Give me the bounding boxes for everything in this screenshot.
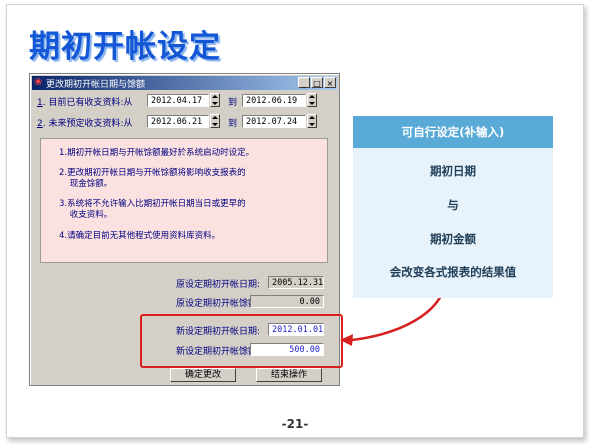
existing-from-field[interactable]: 2012.04.17 [147, 94, 209, 107]
note-3: 3.系统将不允许输入比期初开帐日期当日或更早的 收支资料。 [59, 199, 246, 220]
note-2: 2.更改期初开帐日期与开帐馀额将影响收支报表的 现金馀额。 [59, 168, 246, 189]
callout-line-4: 会改变各式报表的结果值 [389, 265, 517, 279]
callout-line-3: 期初金额 [430, 232, 476, 246]
note-4: 4.请确定目前无其他程式使用资料库资料。 [59, 231, 221, 241]
notes-panel: 1.期初开帐日期与开帐馀额最好於系统启动时设定。 2.更改期初开帐日期与开帐馀额… [40, 138, 328, 263]
confirm-change-button[interactable]: 确定更改 [170, 368, 236, 382]
title-bar[interactable]: ❀ 更改期初开帐日期与馀额 _ □ × [32, 76, 337, 90]
existing-from-spinner[interactable] [210, 93, 220, 107]
existing-to-label: 到 [228, 98, 238, 108]
row-future-accel: 2 [37, 119, 43, 129]
row-existing-data-label: 1. 目前已有收支资料:从 [37, 98, 133, 108]
page-number: -21- [281, 417, 309, 431]
orig-balance-label: 原设定期初开帐馀额: [175, 299, 260, 309]
minimize-button[interactable]: _ [298, 77, 310, 88]
existing-to-spinner[interactable] [307, 93, 317, 107]
future-from-spinner[interactable] [210, 114, 220, 128]
future-to-spinner[interactable] [307, 114, 317, 128]
existing-to-field[interactable]: 2012.06.19 [242, 94, 306, 107]
future-from-field[interactable]: 2012.06.21 [147, 115, 209, 128]
callout-line-2: 与 [447, 198, 459, 212]
orig-balance-field: 0.00 [250, 295, 324, 308]
orig-date-label: 原设定期初开帐日期: [175, 280, 260, 290]
row-future-text: 未来预定收支资料:从 [48, 119, 133, 129]
note-1: 1.期初开帐日期与开帐馀额最好於系统启动时设定。 [59, 148, 255, 158]
window-title: 更改期初开帐日期与馀额 [46, 80, 146, 90]
finish-operation-button[interactable]: 结束操作 [256, 368, 322, 382]
future-to-label: 到 [228, 119, 238, 129]
maximize-button[interactable]: □ [311, 77, 323, 88]
app-icon: ❀ [34, 77, 43, 88]
close-button[interactable]: × [324, 77, 336, 88]
row-existing-text: 目前已有收支资料:从 [48, 98, 133, 108]
callout-heading: 可自行设定(补输入) [401, 125, 505, 139]
callout-line-1: 期初日期 [430, 164, 476, 178]
future-to-field[interactable]: 2012.07.24 [242, 115, 306, 128]
slide-title: 期初开帐设定 [29, 29, 221, 65]
row-existing-accel: 1 [37, 98, 43, 108]
new-values-highlight [140, 314, 343, 368]
row-future-data-label: 2. 未来预定收支资料:从 [37, 119, 133, 129]
orig-date-field: 2005.12.31 [268, 276, 324, 289]
